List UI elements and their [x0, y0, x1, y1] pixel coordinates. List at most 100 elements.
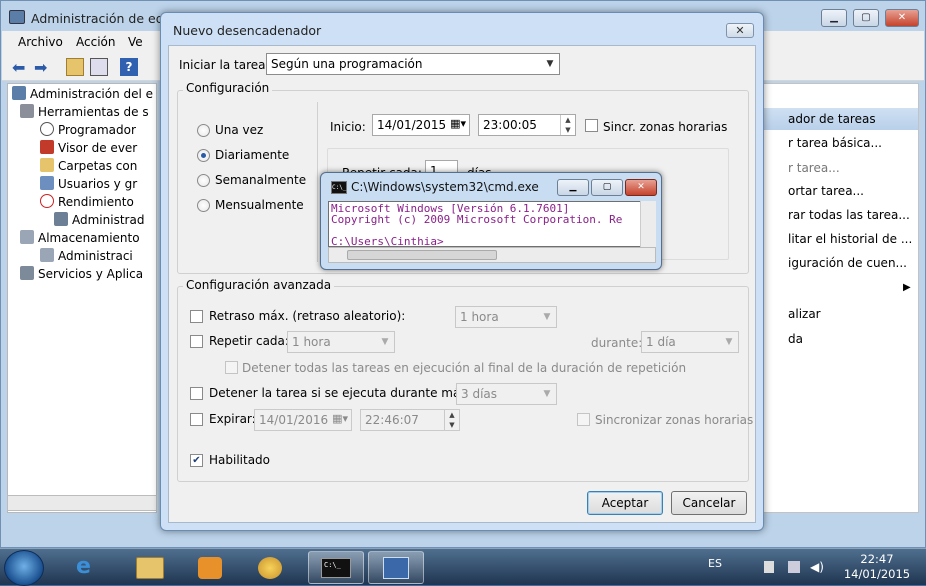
tree-item-task-scheduler[interactable]: Programador — [40, 122, 136, 137]
sync-zones-checkbox[interactable] — [577, 413, 590, 426]
cmd-console[interactable]: Microsoft Windows [Versión 6.1.7601] Cop… — [328, 201, 656, 247]
cmd-maximize-button[interactable]: ▢ — [591, 179, 623, 196]
taskbar-computer-management[interactable] — [368, 551, 424, 584]
radio-weekly[interactable] — [197, 174, 210, 187]
repeat-task-label: Repetir cada: — [209, 334, 289, 348]
action-refresh[interactable]: alizar — [788, 307, 821, 321]
stop-if-select[interactable]: 3 días ▼ — [456, 383, 557, 405]
repeat-task-select[interactable]: 1 hora ▼ — [287, 331, 395, 353]
cmd-vertical-scrollbar[interactable] — [640, 201, 656, 247]
time-spinner[interactable]: ▲ ▼ — [560, 115, 575, 135]
clock[interactable]: 22:47 14/01/2015 — [834, 552, 920, 582]
chevron-down-icon: ▼ — [543, 389, 551, 399]
menu-accion[interactable]: Acción — [76, 35, 115, 49]
action-account-config[interactable]: iguración de cuen... — [788, 256, 907, 270]
sync-timezone-checkbox[interactable] — [585, 119, 598, 132]
radio-daily-label: Diariamente — [215, 148, 290, 162]
close-button[interactable]: ✕ — [885, 9, 919, 27]
tree-item-disk-management[interactable]: Administraci — [40, 248, 133, 263]
back-arrow-icon[interactable]: ⬅ — [12, 58, 30, 77]
up-folder-icon[interactable] — [66, 58, 84, 76]
app-icon — [9, 10, 25, 24]
start-button[interactable] — [4, 550, 44, 586]
radio-daily[interactable] — [197, 149, 210, 162]
stop-all-checkbox[interactable] — [225, 361, 238, 374]
tree-item-services[interactable]: Servicios y Aplica — [20, 266, 143, 281]
taskbar-media-player[interactable] — [184, 551, 240, 584]
cancel-button[interactable]: Cancelar — [671, 491, 747, 515]
computer-icon — [12, 86, 26, 100]
enabled-checkbox[interactable]: ✔ — [190, 454, 203, 467]
duration-select[interactable]: 1 día ▼ — [641, 331, 739, 353]
delay-checkbox[interactable] — [190, 310, 203, 323]
action-create-task[interactable]: r tarea... — [788, 161, 840, 175]
calendar-icon[interactable]: ▦▾ — [332, 412, 348, 425]
tree-item-event-viewer[interactable]: Visor de ever — [40, 140, 137, 155]
start-time-field[interactable]: 23:00:05 ▲ ▼ — [478, 114, 576, 136]
tree-horizontal-scrollbar[interactable] — [7, 495, 157, 511]
cmd-close-button[interactable]: ✕ — [625, 179, 657, 196]
chevron-down-icon: ▼ — [725, 337, 733, 347]
cmd-title: C:\Windows\system32\cmd.exe — [351, 180, 539, 194]
config-divider — [317, 102, 318, 262]
cmd-minimize-button[interactable]: ▁ — [557, 179, 589, 196]
minimize-button[interactable]: ▁ — [821, 9, 847, 27]
tree-item-performance[interactable]: Rendimiento — [40, 194, 134, 209]
clock-icon — [40, 122, 54, 136]
start-task-select[interactable]: Según una programación ▼ — [266, 53, 560, 75]
expire-date-picker[interactable]: 14/01/2016 ▦▾ — [254, 409, 352, 431]
actions-pane: ador de tareas r tarea básica... r tarea… — [761, 83, 919, 513]
cmd-window[interactable]: C:\_ C:\Windows\system32\cmd.exe ▁ ▢ ✕ M… — [320, 172, 662, 270]
delay-select[interactable]: 1 hora ▼ — [455, 306, 557, 328]
tree-item-root[interactable]: Administración del e — [12, 86, 153, 101]
maximize-button[interactable]: ▢ — [853, 9, 879, 27]
action-enable-history[interactable]: litar el historial de ... — [788, 232, 912, 246]
network-icon[interactable] — [788, 561, 800, 573]
forward-arrow-icon[interactable]: ➡ — [34, 58, 52, 77]
time-spinner[interactable]: ▲ ▼ — [444, 410, 459, 430]
duration-label: durante: — [591, 336, 643, 350]
notification-flag-icon[interactable] — [764, 561, 774, 573]
language-indicator[interactable]: ES — [708, 557, 722, 570]
taskbar-cmd[interactable]: C:\_ — [308, 551, 364, 584]
taskbar-paint[interactable] — [244, 551, 300, 584]
tree-item-users-groups[interactable]: Usuarios y gr — [40, 176, 137, 191]
help-icon[interactable]: ? — [120, 58, 138, 76]
config-group-label: Configuración — [183, 81, 273, 95]
show-tree-icon[interactable] — [90, 58, 108, 76]
scroll-thumb[interactable] — [347, 250, 497, 260]
stop-if-checkbox[interactable] — [190, 387, 203, 400]
menu-archivo[interactable]: Archivo — [18, 35, 63, 49]
paint-icon — [258, 557, 282, 579]
volume-icon[interactable]: ◀) — [810, 560, 824, 574]
console-line: Copyright (c) 2009 Microsoft Corporation… — [331, 213, 623, 226]
tree-item-storage[interactable]: Almacenamiento — [20, 230, 140, 245]
tree-item-device-manager[interactable]: Administrad — [54, 212, 144, 227]
calendar-icon[interactable]: ▦▾ — [450, 117, 466, 130]
clock-date: 14/01/2015 — [843, 567, 911, 581]
action-help[interactable]: da — [788, 332, 803, 346]
stop-all-label: Detener todas las tareas en ejecución al… — [242, 361, 687, 375]
action-import-task[interactable]: ortar tarea... — [788, 184, 864, 198]
start-date-picker[interactable]: 14/01/2015 ▦▾ — [372, 114, 470, 136]
ok-button[interactable]: Aceptar — [587, 491, 663, 515]
repeat-task-checkbox[interactable] — [190, 335, 203, 348]
users-icon — [40, 176, 54, 190]
radio-monthly[interactable] — [197, 199, 210, 212]
submenu-arrow-icon[interactable]: ▶ — [903, 282, 911, 293]
expire-checkbox[interactable] — [190, 413, 203, 426]
action-show-running-tasks[interactable]: rar todas las tarea... — [788, 208, 910, 222]
radio-once[interactable] — [197, 124, 210, 137]
cmd-horizontal-scrollbar[interactable] — [328, 247, 656, 263]
taskbar-ie[interactable]: e — [62, 551, 118, 584]
tree-item-shared-folders[interactable]: Carpetas con — [40, 158, 137, 173]
taskbar-explorer[interactable] — [124, 551, 180, 584]
dialog-body: Iniciar la tarea: Según una programación… — [168, 45, 756, 523]
tree-item-system-tools[interactable]: Herramientas de s — [20, 104, 149, 119]
dialog-title: Nuevo desencadenador — [173, 23, 322, 38]
dialog-close-button[interactable]: ✕ — [726, 23, 754, 38]
action-create-basic-task[interactable]: r tarea básica... — [788, 136, 882, 150]
expire-label: Expirar: — [209, 412, 256, 426]
menu-ver[interactable]: Ve — [128, 35, 143, 49]
expire-time-field[interactable]: 22:46:07 ▲ ▼ — [360, 409, 460, 431]
